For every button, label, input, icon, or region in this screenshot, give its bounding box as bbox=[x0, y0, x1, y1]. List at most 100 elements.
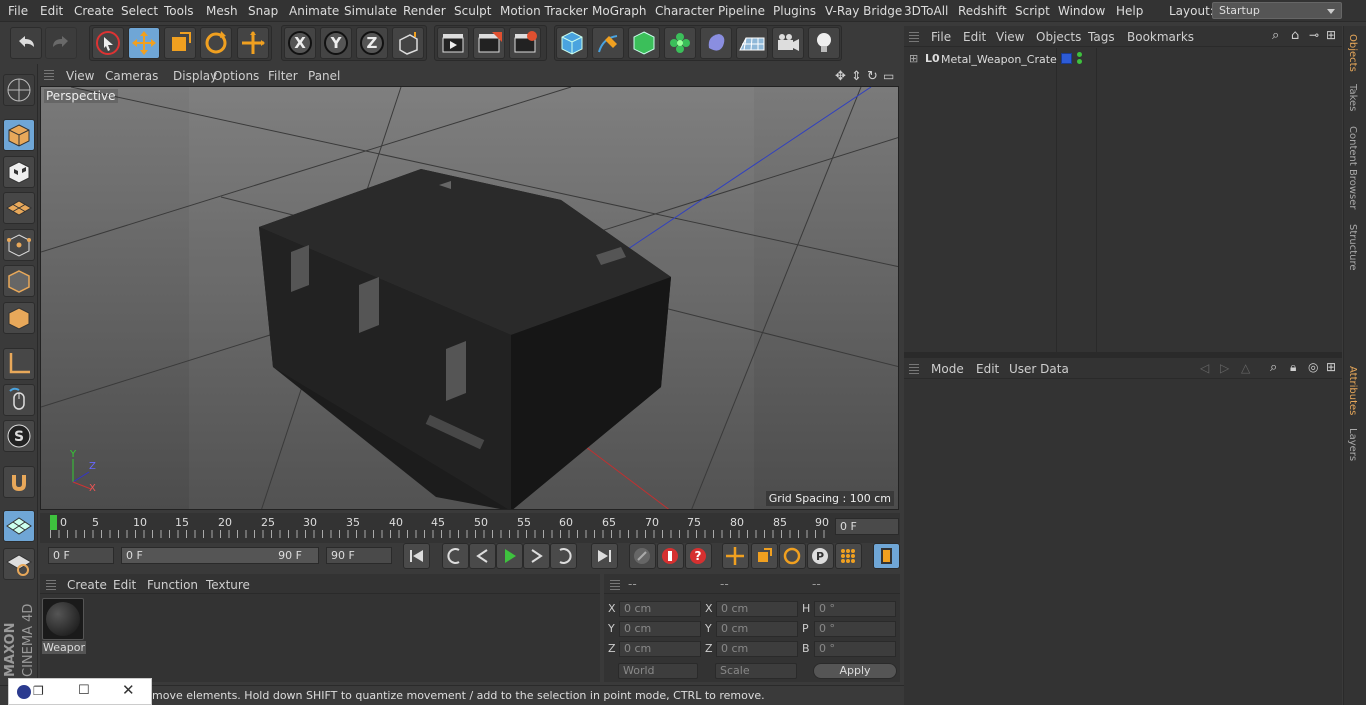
menu-redshift[interactable]: Redshift bbox=[958, 4, 1007, 18]
viewport-toggle-icon[interactable]: ▭ bbox=[883, 69, 894, 83]
menu-motion-tracker[interactable]: Motion Tracker bbox=[500, 4, 588, 18]
material-menu-create[interactable]: Create bbox=[67, 578, 107, 592]
attribute-search-icon[interactable]: ⌕ bbox=[1270, 360, 1277, 375]
object-menu-file[interactable]: File bbox=[931, 30, 951, 44]
go-to-end-button[interactable] bbox=[591, 543, 618, 569]
coordinate-system-button[interactable] bbox=[392, 27, 424, 59]
previous-keyframe-button[interactable] bbox=[442, 543, 469, 569]
apply-button[interactable]: Apply bbox=[813, 663, 897, 679]
z-axis-lock-button[interactable]: Z bbox=[356, 27, 388, 59]
viewport-rotate-icon[interactable]: ↻ bbox=[867, 69, 878, 84]
menu-help[interactable]: Help bbox=[1116, 4, 1143, 18]
viewport-menu-view[interactable]: View bbox=[66, 69, 94, 83]
menu-character[interactable]: Character bbox=[655, 4, 714, 18]
x-axis-lock-button[interactable]: X bbox=[284, 27, 316, 59]
axis-mode-button[interactable] bbox=[3, 348, 35, 380]
make-editable-button[interactable] bbox=[3, 74, 35, 106]
next-keyframe-button[interactable] bbox=[550, 543, 577, 569]
go-to-start-button[interactable] bbox=[403, 543, 430, 569]
timeline-ruler[interactable]: 0 5 10 15 20 25 30 35 40 45 50 55 60 65 … bbox=[40, 513, 900, 543]
lock-icon[interactable]: 🔒︎ bbox=[1290, 360, 1296, 375]
up-arrow-icon[interactable]: △ bbox=[1241, 361, 1250, 375]
keyframe-selection-button[interactable]: ? bbox=[685, 543, 712, 569]
pos-z-field[interactable]: 0 cm bbox=[619, 641, 701, 657]
cloner-button[interactable] bbox=[664, 27, 696, 59]
menu-snap[interactable]: Snap bbox=[248, 4, 278, 18]
menu-select[interactable]: Select bbox=[121, 4, 158, 18]
menu-mograph[interactable]: MoGraph bbox=[592, 4, 647, 18]
layout-select[interactable]: Startup bbox=[1212, 2, 1342, 19]
polygons-mode-button[interactable] bbox=[3, 302, 35, 334]
y-axis-lock-button[interactable]: Y bbox=[320, 27, 352, 59]
object-menu-view[interactable]: View bbox=[996, 30, 1024, 44]
pos-y-field[interactable]: 0 cm bbox=[619, 621, 701, 637]
move-tool-button[interactable] bbox=[128, 27, 160, 59]
rot-p-field[interactable]: 0 ° bbox=[814, 621, 896, 637]
points-mode-button[interactable] bbox=[3, 229, 35, 261]
viewport-move-icon[interactable]: ✥ bbox=[835, 69, 846, 84]
object-row[interactable]: ⊞ L0 Metal_Weapon_Crate bbox=[906, 51, 1338, 69]
render-settings-button[interactable] bbox=[509, 27, 541, 59]
expand-icon[interactable]: ⊞ bbox=[909, 52, 918, 65]
tab-content-browser[interactable]: Content Browser bbox=[1347, 126, 1358, 209]
size-y-field[interactable]: 0 cm bbox=[716, 621, 798, 637]
coordinate-space-select[interactable]: World bbox=[618, 663, 698, 679]
timeline-window-button[interactable] bbox=[873, 543, 900, 569]
search-icon[interactable]: ⌕ bbox=[1272, 28, 1279, 43]
perspective-viewport[interactable]: Y Z X Perspective Grid Spacing : 100 cm bbox=[40, 86, 899, 510]
material-swatch[interactable]: Weapor bbox=[42, 598, 86, 656]
snap-button[interactable] bbox=[3, 466, 35, 498]
material-menu-texture[interactable]: Texture bbox=[206, 578, 250, 592]
forward-arrow-icon[interactable]: ▷ bbox=[1220, 361, 1229, 375]
previous-frame-button[interactable] bbox=[469, 543, 496, 569]
locked-workplane-button[interactable] bbox=[3, 548, 35, 580]
menu-simulate[interactable]: Simulate bbox=[344, 4, 397, 18]
tab-structure[interactable]: Structure bbox=[1347, 224, 1358, 271]
tab-attributes[interactable]: Attributes bbox=[1347, 366, 1358, 415]
back-arrow-icon[interactable]: ◁ bbox=[1200, 361, 1209, 375]
light-button[interactable] bbox=[808, 27, 840, 59]
end-frame-field[interactable]: 90 F bbox=[326, 547, 392, 564]
attribute-expand-icon[interactable]: ⊞ bbox=[1326, 360, 1336, 374]
menu-mesh[interactable]: Mesh bbox=[206, 4, 238, 18]
link-icon[interactable]: ⊸ bbox=[1309, 28, 1319, 42]
menu-file[interactable]: File bbox=[8, 4, 28, 18]
attribute-menu-user-data[interactable]: User Data bbox=[1009, 362, 1069, 376]
size-x-field[interactable]: 0 cm bbox=[716, 601, 798, 617]
cube-primitive-button[interactable] bbox=[556, 27, 588, 59]
key-rotation-button[interactable] bbox=[779, 543, 806, 569]
viewport-menu-options[interactable]: Options bbox=[213, 69, 259, 83]
viewport-menu-display[interactable]: Display bbox=[173, 69, 217, 83]
menu-window[interactable]: Window bbox=[1058, 4, 1105, 18]
menu-edit[interactable]: Edit bbox=[40, 4, 63, 18]
key-parameter-button[interactable]: P bbox=[807, 543, 834, 569]
menu-tools[interactable]: Tools bbox=[164, 4, 194, 18]
maximize-icon[interactable]: ☐ bbox=[78, 683, 90, 698]
attribute-menu-edit[interactable]: Edit bbox=[976, 362, 999, 376]
redo-button[interactable] bbox=[45, 27, 77, 59]
deformer-button[interactable] bbox=[700, 27, 732, 59]
rot-h-field[interactable]: 0 ° bbox=[814, 601, 896, 617]
key-scale-button[interactable] bbox=[751, 543, 778, 569]
viewport-menu-filter[interactable]: Filter bbox=[268, 69, 298, 83]
editor-visibility-dot[interactable] bbox=[1077, 52, 1082, 57]
record-keys-button[interactable] bbox=[629, 543, 656, 569]
home-icon[interactable]: ⌂ bbox=[1291, 28, 1299, 43]
transform-tool-button[interactable] bbox=[237, 27, 269, 59]
subdivision-surface-button[interactable] bbox=[628, 27, 660, 59]
play-button[interactable] bbox=[496, 543, 523, 569]
object-menu-edit[interactable]: Edit bbox=[963, 30, 986, 44]
object-menu-objects[interactable]: Objects bbox=[1036, 30, 1081, 44]
solo-mode-button[interactable]: S bbox=[3, 420, 35, 452]
live-selection-button[interactable] bbox=[92, 27, 124, 59]
viewport-menu-cameras[interactable]: Cameras bbox=[105, 69, 158, 83]
key-pla-button[interactable] bbox=[835, 543, 862, 569]
pen-spline-button[interactable] bbox=[592, 27, 624, 59]
menu-animate[interactable]: Animate bbox=[289, 4, 339, 18]
rotate-tool-button[interactable] bbox=[200, 27, 232, 59]
camera-button[interactable] bbox=[772, 27, 804, 59]
floor-button[interactable] bbox=[736, 27, 768, 59]
next-frame-button[interactable] bbox=[523, 543, 550, 569]
texture-mode-button[interactable] bbox=[3, 156, 35, 188]
tweak-mode-button[interactable] bbox=[3, 384, 35, 416]
